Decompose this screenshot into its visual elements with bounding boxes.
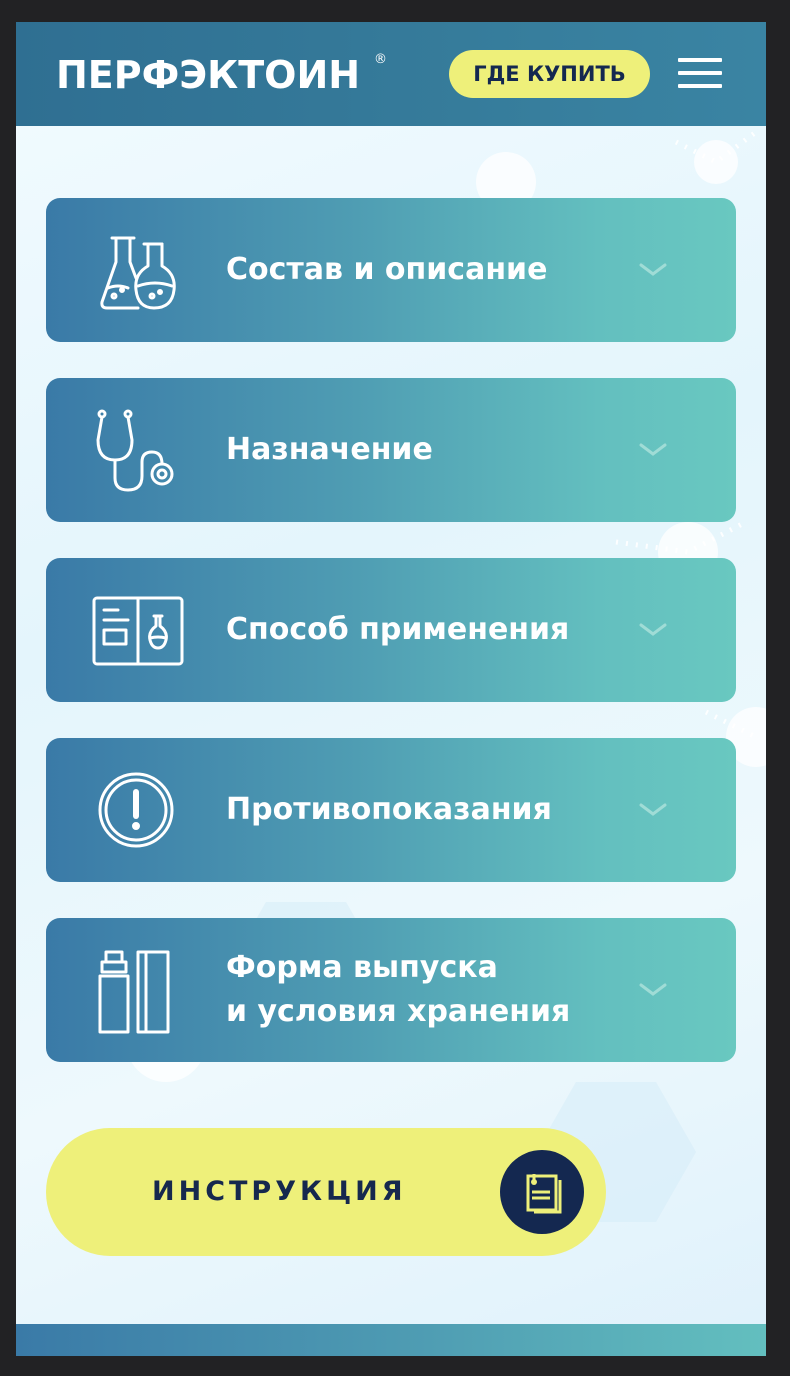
chevron-down-icon[interactable] [638,262,668,278]
chevron-down-icon[interactable] [638,802,668,818]
package-tube-icon [98,950,170,1034]
site-header: ПЕРФЭКТОИН ® ГДЕ КУПИТЬ [16,22,766,126]
accordion-title: Противопоказания [226,792,552,827]
brand-logo[interactable]: ПЕРФЭКТОИН [56,50,360,100]
where-to-buy-button[interactable]: ГДЕ КУПИТЬ [449,50,650,98]
chevron-down-icon[interactable] [638,622,668,638]
accordion-item-contraindications[interactable]: Противопоказания [46,738,736,882]
hamburger-menu-icon[interactable] [678,58,724,90]
page-frame: ПЕРФЭКТОИН ® ГДЕ КУПИТЬ Состав и описани… [16,22,766,1356]
accordion-title: Способ применения [226,612,570,647]
accordion-item-purpose[interactable]: Назначение [46,378,736,522]
accordion-title: Назначение [226,432,433,467]
exclamation-circle-icon [98,772,174,848]
registered-mark: ® [374,52,387,67]
footer-bar [16,1324,766,1356]
chevron-down-icon[interactable] [638,982,668,998]
accordion-title: Состав и описание [226,252,548,287]
chevron-down-icon[interactable] [638,442,668,458]
instruction-button[interactable]: ИНСТРУКЦИЯ [46,1128,606,1256]
instruction-label: ИНСТРУКЦИЯ [152,1176,407,1207]
stethoscope-icon [96,409,174,492]
accordion-item-form-storage[interactable]: Форма выпуска и условия хранения [46,918,736,1062]
accordion-item-composition[interactable]: Состав и описание [46,198,736,342]
instruction-booklet-icon [92,596,184,666]
accordion-title: Форма выпуска и условия хранения [226,950,571,1029]
accordion-item-usage[interactable]: Способ применения [46,558,736,702]
flasks-icon [100,236,176,310]
document-icon [500,1150,584,1234]
